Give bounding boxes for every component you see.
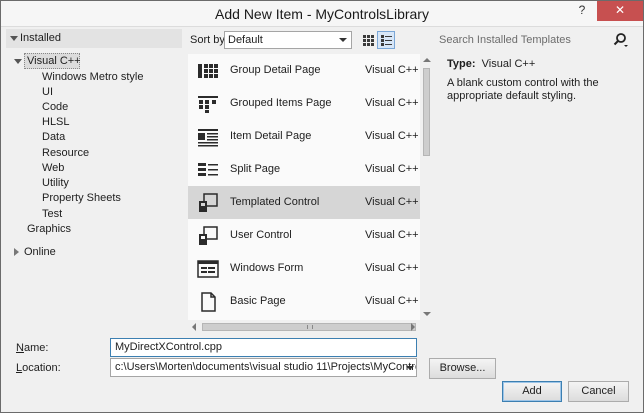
template-row-group-detail-page[interactable]: Group Detail Page Visual C++ [188,54,420,87]
expand-arrow-icon[interactable] [10,36,18,41]
close-button[interactable]: ✕ [597,1,643,21]
tree-item-online[interactable]: Online [24,244,56,260]
template-list-horizontal-scrollbar[interactable] [188,320,433,334]
template-name: Item Detail Page [230,130,312,142]
tree-item-visual-cpp[interactable]: Visual C++ [27,53,81,69]
tree-item-installed[interactable]: Installed [20,30,61,46]
template-name: Split Page [230,163,281,175]
template-row-templated-control[interactable]: Templated Control Visual C++ [188,186,420,219]
location-field[interactable]: c:\Users\Morten\documents\visual studio … [110,358,417,377]
location-label: Location: [16,362,61,374]
search-icon[interactable] [612,32,628,48]
tree-item-property-sheets[interactable]: Property Sheets [42,190,121,206]
title-bar: Add New Item - MyControlsLibrary ? ✕ [1,1,643,27]
templated-control-icon [199,193,218,212]
template-row-grouped-items-page[interactable]: Grouped Items Page Visual C++ [188,87,420,120]
template-row-windows-form[interactable]: Windows Form Visual C++ [188,252,420,285]
tree-item-hlsl[interactable]: HLSL [42,114,70,130]
list-view-button[interactable] [377,31,395,49]
chevron-down-icon [339,38,347,42]
dialog-title: Add New Item - MyControlsLibrary [215,6,429,22]
tree-item-resource[interactable]: Resource [42,145,89,161]
browse-button[interactable]: Browse... [429,358,496,379]
group-detail-page-icon [198,64,218,78]
template-row-split-page[interactable]: Split Page Visual C++ [188,153,420,186]
scroll-left-icon[interactable] [192,323,196,331]
scroll-thumb[interactable] [202,323,416,331]
search-box[interactable]: Search Installed Templates [434,28,637,52]
scroll-down-icon[interactable] [423,312,431,316]
template-details-pane: Type: Visual C++ A blank custom control … [437,54,639,320]
user-control-icon [199,226,218,245]
template-name: Basic Page [230,295,286,307]
template-language: Visual C++ [365,130,419,142]
type-label: Type: [447,58,476,70]
template-name: Group Detail Page [230,64,321,76]
basic-page-icon [201,292,216,312]
cancel-button[interactable]: Cancel [568,381,629,402]
name-field[interactable]: MyDirectXControl.cpp [110,338,417,357]
collapse-arrow-icon[interactable] [14,248,19,256]
expand-arrow-icon[interactable] [14,59,22,64]
template-name: Windows Form [230,262,304,274]
windows-form-icon [197,260,219,278]
template-language: Visual C++ [365,196,419,208]
template-list: Group Detail Page Visual C++ Grouped Ite… [188,54,420,320]
tree-item-utility[interactable]: Utility [42,175,69,191]
template-type: Type: Visual C++ [447,58,535,70]
template-name: Grouped Items Page [230,97,332,109]
sort-bar: Sort by: Default [188,28,433,52]
template-name: Templated Control [230,196,320,208]
add-button[interactable]: Add [502,381,562,402]
split-page-icon [198,163,218,176]
tree-item-data[interactable]: Data [42,129,65,145]
tree-item-graphics[interactable]: Graphics [27,221,71,237]
search-input[interactable]: Search Installed Templates [439,34,571,46]
template-row-user-control[interactable]: User Control Visual C++ [188,219,420,252]
template-language: Visual C++ [365,163,419,175]
template-language: Visual C++ [365,295,419,307]
template-row-basic-page[interactable]: Basic Page Visual C++ [188,285,420,318]
template-language: Visual C++ [365,229,419,241]
type-value: Visual C++ [481,58,536,70]
template-row-item-detail-page[interactable]: Item Detail Page Visual C++ [188,120,420,153]
scroll-right-icon[interactable] [411,323,415,331]
template-language: Visual C++ [365,97,419,109]
template-description: A blank custom control with the appropri… [447,77,599,102]
scroll-up-icon[interactable] [423,58,431,62]
grouped-items-page-icon [198,96,218,113]
item-detail-page-icon [198,129,218,147]
tree-item-test[interactable]: Test [42,206,62,222]
scroll-thumb[interactable] [423,68,430,156]
tree-item-code[interactable]: Code [42,99,68,115]
category-tree: Installed Visual C++ Windows Metro style… [6,28,182,324]
template-language: Visual C++ [365,262,419,274]
template-name: User Control [230,229,292,241]
small-icons-view-button[interactable] [359,31,377,49]
grip-icon [307,325,313,329]
help-button[interactable]: ? [569,1,595,21]
sort-by-value: Default [228,34,263,46]
sort-by-label: Sort by: [190,34,228,46]
sort-by-select[interactable]: Default [224,31,352,49]
template-list-vertical-scrollbar[interactable] [420,54,433,320]
name-label: Name: [16,342,49,354]
tree-item-ui[interactable]: UI [42,84,53,100]
template-language: Visual C++ [365,64,419,76]
add-new-item-dialog: Add New Item - MyControlsLibrary ? ✕ Ins… [0,0,644,413]
tree-item-web[interactable]: Web [42,160,64,176]
chevron-down-icon[interactable] [406,366,414,370]
tree-item-windows-metro-style[interactable]: Windows Metro style [42,69,143,85]
